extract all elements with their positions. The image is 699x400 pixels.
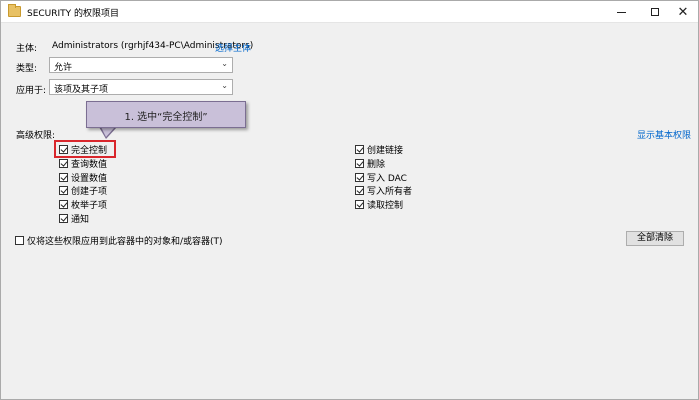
permission-write-dac[interactable]: 写入 DAC bbox=[355, 171, 407, 184]
permission-read-control[interactable]: 读取控制 bbox=[355, 198, 404, 211]
permission-delete[interactable]: 删除 bbox=[355, 157, 386, 170]
checkbox[interactable] bbox=[59, 199, 68, 209]
show-basic-permissions-link[interactable]: 显示基本权限 bbox=[637, 128, 691, 141]
type-select[interactable]: 允许 ⌄ bbox=[49, 57, 233, 73]
checkbox[interactable] bbox=[355, 144, 364, 154]
minimize-button[interactable] bbox=[604, 1, 638, 23]
permission-label: 创建子项 bbox=[71, 186, 108, 197]
permission-label: 查询数值 bbox=[71, 159, 108, 170]
checkbox[interactable] bbox=[355, 158, 364, 168]
maximize-icon bbox=[651, 8, 659, 16]
type-label: 类型: bbox=[16, 64, 38, 74]
folder-icon bbox=[8, 4, 21, 17]
checkbox[interactable] bbox=[355, 185, 364, 195]
permission-entry-window: SECURITY 的权限项目 ✕ 主体: Administrators (rgr… bbox=[0, 0, 699, 400]
permission-label: 写入所有者 bbox=[367, 186, 413, 197]
applies-to-select-value: 该项及其子项 bbox=[54, 85, 109, 95]
permission-label: 删除 bbox=[367, 159, 386, 170]
permission-label: 写入 DAC bbox=[367, 173, 407, 184]
checkbox[interactable] bbox=[59, 158, 68, 168]
permission-set-value[interactable]: 设置数值 bbox=[59, 171, 108, 184]
select-principal-link[interactable]: 选择主体 bbox=[215, 41, 251, 54]
checkbox[interactable] bbox=[59, 185, 68, 195]
clear-all-button[interactable]: 全部清除 bbox=[626, 231, 684, 246]
permission-enumerate-subkeys[interactable]: 枚举子项 bbox=[59, 198, 108, 211]
advanced-permissions-label: 高级权限: bbox=[16, 131, 56, 141]
full-control-highlight bbox=[54, 140, 116, 158]
checkbox[interactable] bbox=[355, 172, 364, 182]
instruction-callout: 1. 选中“完全控制” bbox=[86, 101, 246, 128]
chevron-down-icon: ⌄ bbox=[221, 81, 228, 90]
permission-create-link[interactable]: 创建链接 bbox=[355, 143, 404, 156]
callout-text: 1. 选中“完全控制” bbox=[124, 112, 208, 123]
applies-to-label: 应用于: bbox=[16, 86, 47, 96]
permission-write-owner[interactable]: 写入所有者 bbox=[355, 184, 413, 197]
minimize-icon bbox=[616, 11, 626, 13]
permission-create-subkey[interactable]: 创建子项 bbox=[59, 184, 108, 197]
chevron-down-icon: ⌄ bbox=[221, 59, 228, 68]
principal-label: 主体: bbox=[16, 44, 38, 54]
window-title: SECURITY 的权限项目 bbox=[27, 9, 120, 19]
checkbox[interactable] bbox=[355, 199, 364, 209]
checkbox[interactable] bbox=[15, 235, 24, 245]
close-icon: ✕ bbox=[677, 4, 689, 20]
applies-to-select[interactable]: 该项及其子项 ⌄ bbox=[49, 79, 233, 95]
callout-pointer-fill bbox=[101, 127, 115, 137]
permission-label: 读取控制 bbox=[367, 200, 404, 211]
permission-query-value[interactable]: 查询数值 bbox=[59, 157, 108, 170]
apply-only-to-container-option[interactable]: 仅将这些权限应用到此容器中的对象和/或容器(T) bbox=[15, 234, 223, 247]
apply-only-label: 仅将这些权限应用到此容器中的对象和/或容器(T) bbox=[27, 236, 223, 247]
close-button[interactable]: ✕ bbox=[666, 1, 699, 23]
permission-label: 通知 bbox=[71, 214, 90, 225]
checkbox[interactable] bbox=[59, 213, 68, 223]
checkbox[interactable] bbox=[59, 172, 68, 182]
permission-label: 创建链接 bbox=[367, 145, 404, 156]
title-bar[interactable]: SECURITY 的权限项目 ✕ bbox=[1, 1, 698, 23]
type-select-value: 允许 bbox=[54, 63, 73, 73]
permission-label: 枚举子项 bbox=[71, 200, 108, 211]
permission-label: 设置数值 bbox=[71, 173, 108, 184]
permission-notify[interactable]: 通知 bbox=[59, 212, 90, 225]
